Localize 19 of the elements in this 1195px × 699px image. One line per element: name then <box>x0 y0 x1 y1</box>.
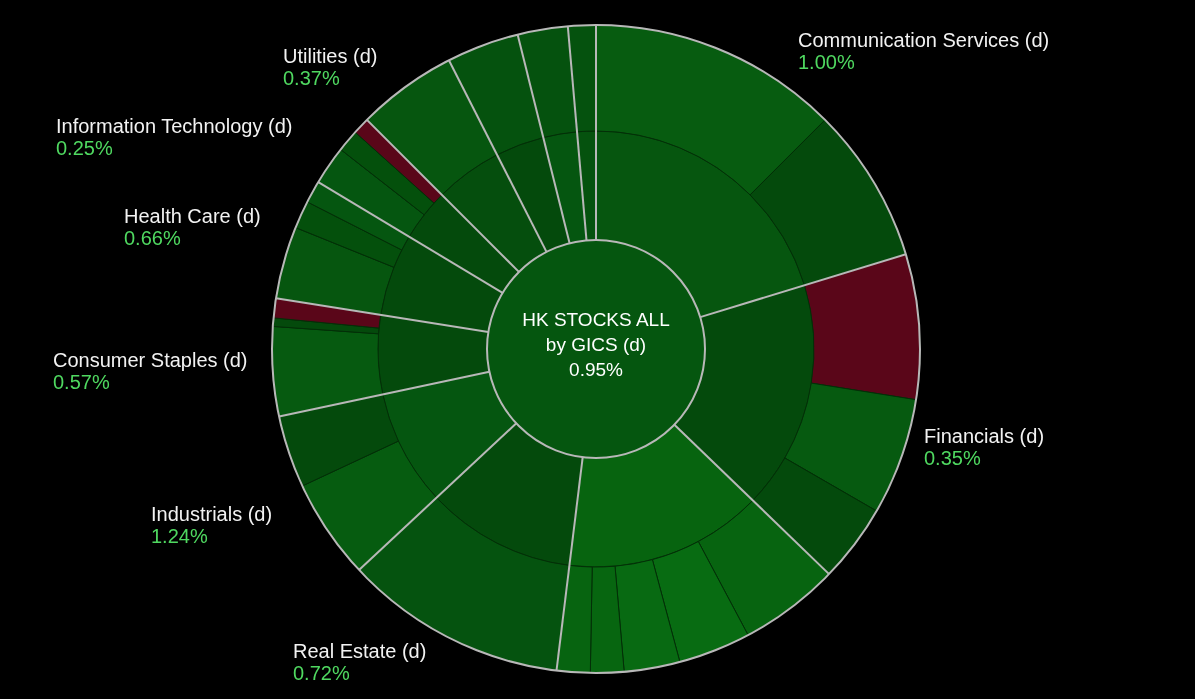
sector-change: 0.72% <box>293 662 350 684</box>
sector-label: Industrials (d) <box>151 503 273 525</box>
sector-change: 1.24% <box>151 525 208 547</box>
sector-label: Health Care (d) <box>124 205 261 227</box>
sector-change: 0.66% <box>124 227 181 249</box>
chart-title: HK STOCKS ALL <box>522 308 670 332</box>
chart-change: 0.95% <box>569 358 623 382</box>
sector-label: Financials (d) <box>924 425 1045 447</box>
sector-label: Information Technology (d) <box>56 115 293 137</box>
sector-label: Real Estate (d) <box>293 640 427 662</box>
sector-label: Consumer Staples (d) <box>53 349 248 371</box>
sector-change: 0.25% <box>56 137 113 159</box>
sector-change: 1.00% <box>798 51 855 73</box>
chart-subtitle: by GICS (d) <box>545 333 647 357</box>
sector-change: 0.35% <box>924 447 981 469</box>
sector-change: 0.37% <box>283 67 340 89</box>
sector-label: Utilities (d) <box>283 45 378 67</box>
sector-label: Communication Services (d) <box>798 29 1050 51</box>
sector-change: 0.57% <box>53 371 110 393</box>
